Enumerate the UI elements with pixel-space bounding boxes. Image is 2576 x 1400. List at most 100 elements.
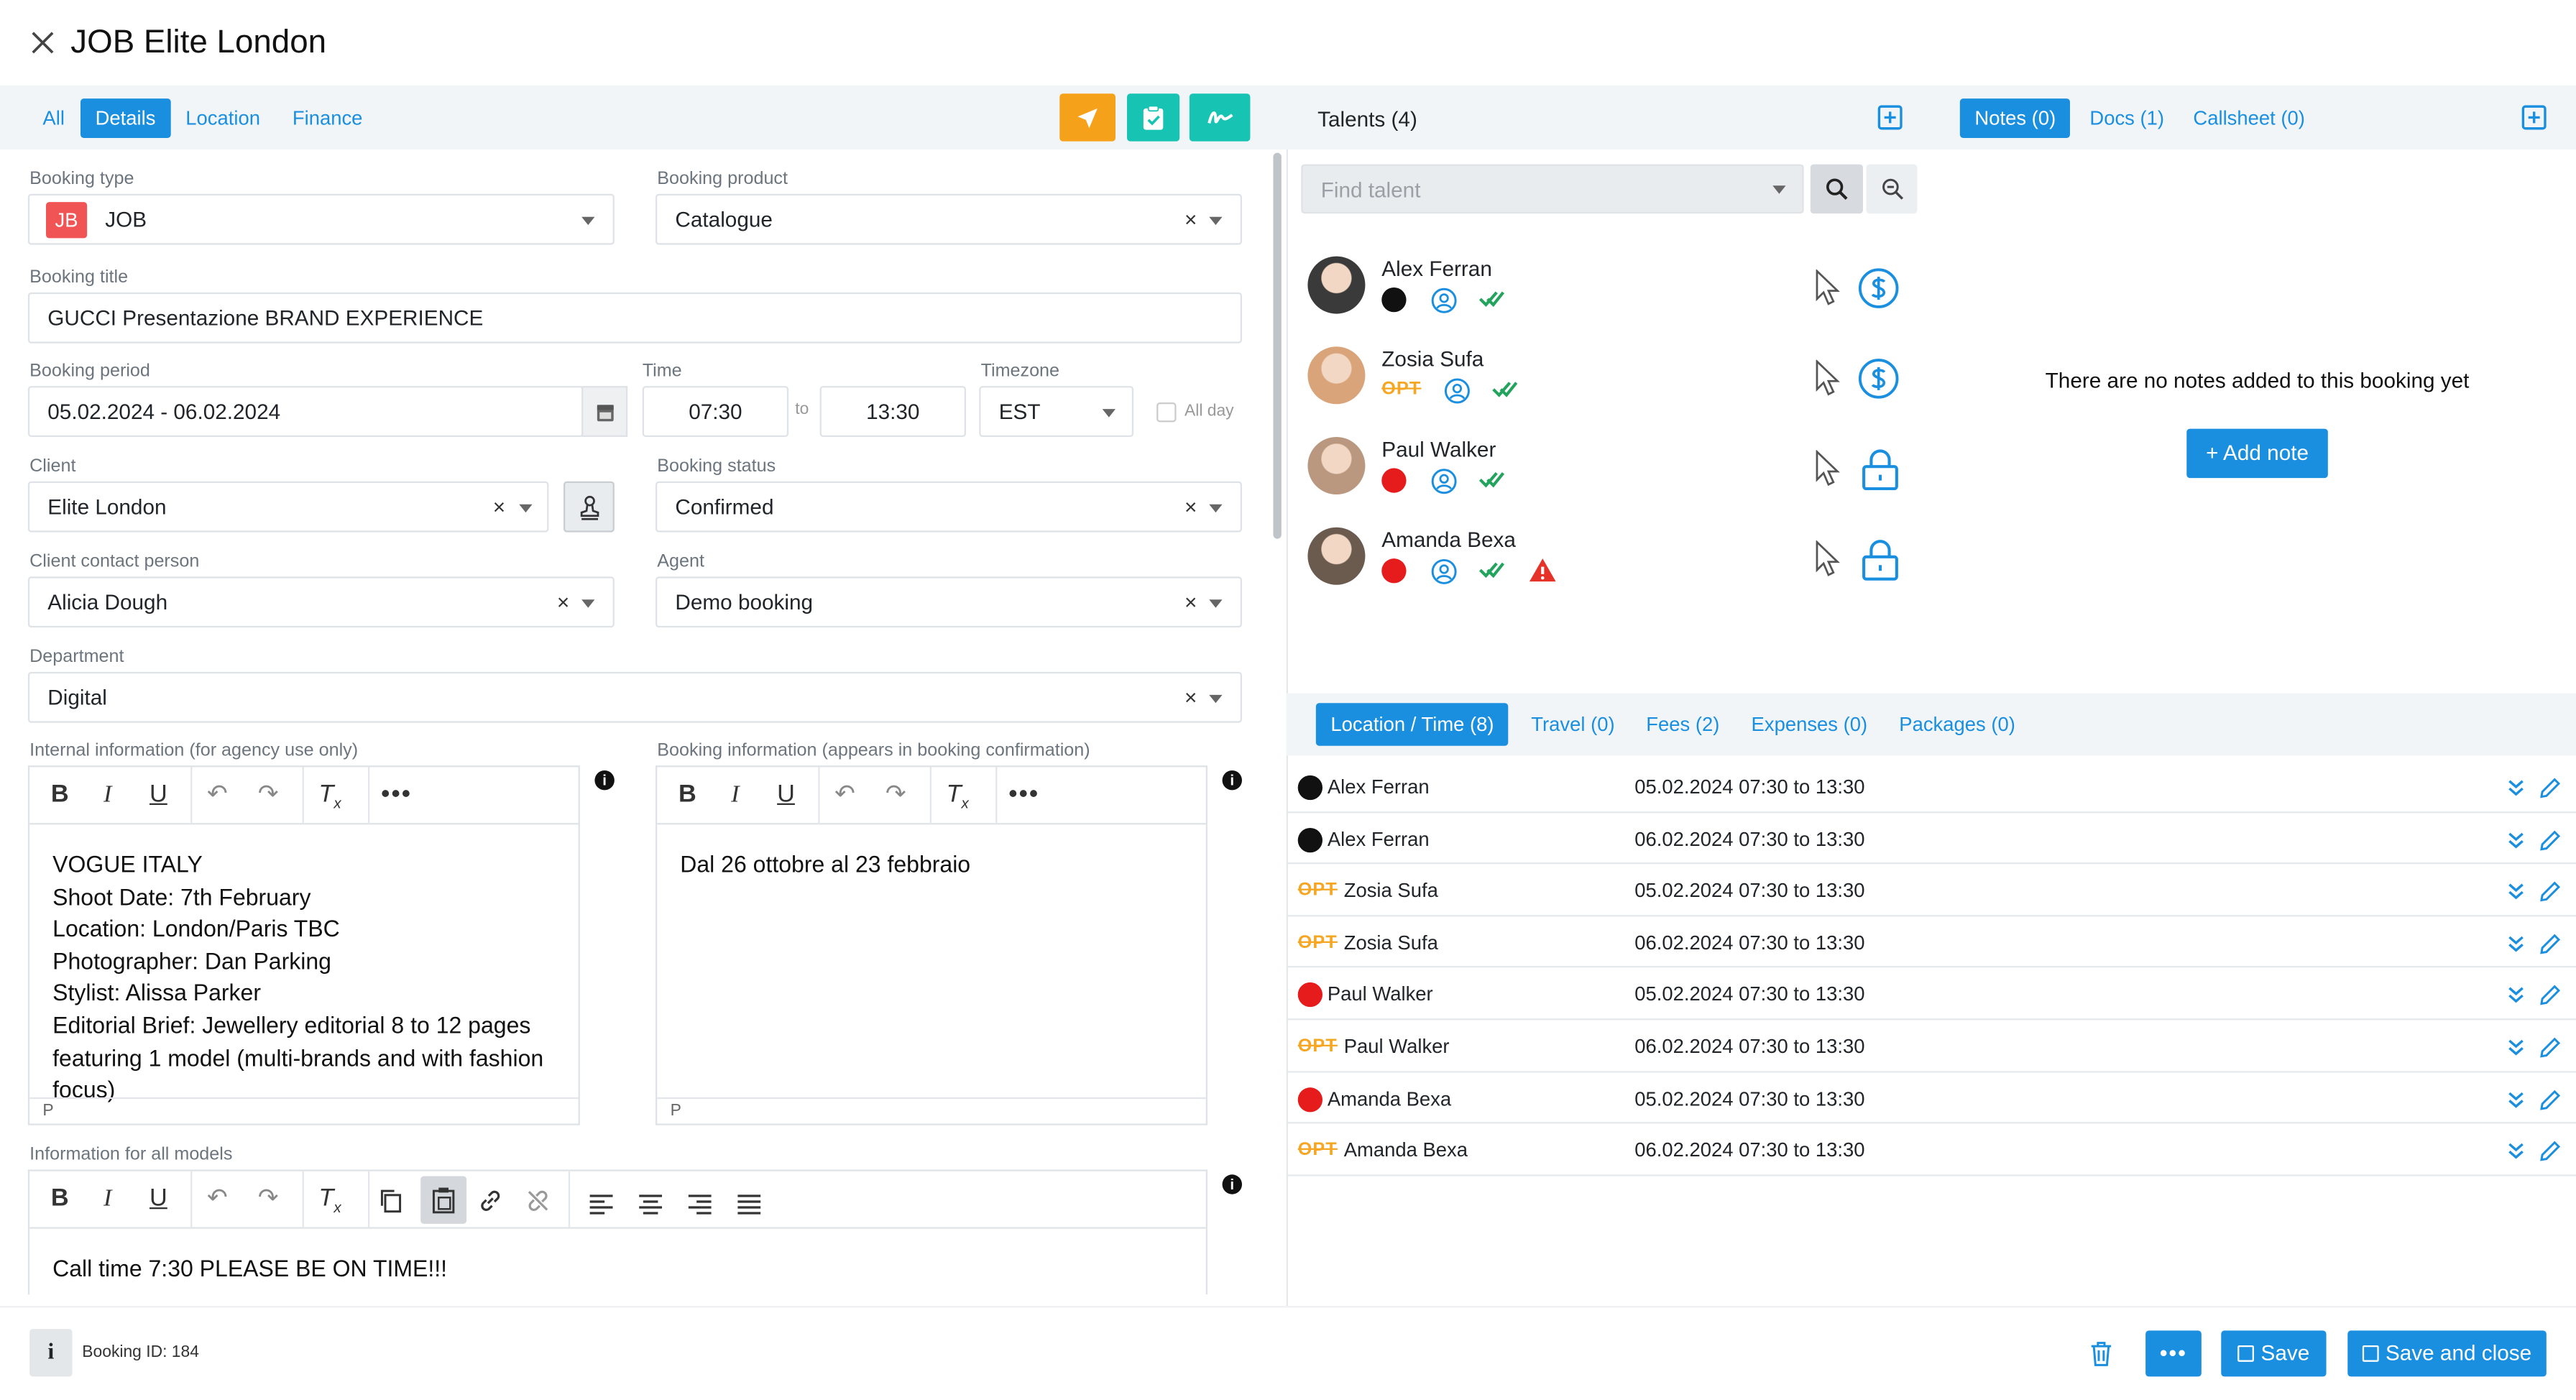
dollar-icon[interactable]: [1858, 268, 1899, 309]
add-talent-icon[interactable]: [1877, 105, 1903, 130]
underline-icon[interactable]: U: [777, 780, 795, 810]
info-icon[interactable]: i: [1222, 770, 1242, 791]
booking-status-select[interactable]: Confirmed ×: [655, 481, 1242, 533]
link-icon[interactable]: [477, 1186, 505, 1215]
dollar-icon[interactable]: [1858, 358, 1899, 399]
redo-icon[interactable]: ↷: [258, 780, 279, 810]
schedule-row[interactable]: Paul Walker 05.02.2024 07:30 to 13:30: [1286, 968, 2576, 1021]
clear-icon[interactable]: ×: [493, 483, 505, 530]
italic-icon[interactable]: I: [104, 780, 111, 810]
lock-icon[interactable]: [1862, 448, 1900, 491]
search-button[interactable]: [1810, 164, 1863, 214]
clipboard-button[interactable]: [1126, 93, 1180, 142]
save-and-close-button[interactable]: Save and close: [2347, 1330, 2547, 1377]
underline-icon[interactable]: U: [150, 780, 167, 810]
zoom-out-button[interactable]: [1866, 164, 1918, 214]
user-circle-icon[interactable]: [1431, 287, 1458, 314]
copy-icon[interactable]: [378, 1186, 405, 1215]
clear-format-icon[interactable]: Tx: [318, 780, 341, 811]
pencil-icon[interactable]: [2540, 933, 2562, 954]
schedule-row[interactable]: Alex Ferran 06.02.2024 07:30 to 13:30: [1286, 812, 2576, 865]
cursor-icon[interactable]: [1813, 450, 1841, 487]
save-button[interactable]: Save: [2221, 1330, 2327, 1377]
tab-docs[interactable]: Docs (1): [2080, 98, 2174, 138]
user-circle-icon[interactable]: [1431, 468, 1458, 494]
bold-icon[interactable]: B: [678, 780, 696, 810]
pencil-icon[interactable]: [2540, 1141, 2562, 1162]
tab-expenses[interactable]: Expenses (0): [1742, 703, 1877, 745]
align-left-icon[interactable]: [589, 1189, 613, 1219]
clear-format-icon[interactable]: Tx: [947, 780, 969, 811]
send-button[interactable]: [1059, 93, 1116, 142]
tab-fees[interactable]: Fees (2): [1637, 703, 1730, 745]
tab-packages[interactable]: Packages (0): [1890, 703, 2025, 745]
double-chevron-down-icon[interactable]: [2507, 883, 2525, 901]
tab-travel[interactable]: Travel (0): [1522, 703, 1625, 745]
talent-row[interactable]: Alex Ferran: [1307, 253, 1932, 318]
redo-icon[interactable]: ↷: [258, 1184, 279, 1214]
align-right-icon[interactable]: [688, 1189, 712, 1219]
time-from-input[interactable]: 07:30: [642, 386, 789, 437]
more-icon[interactable]: •••: [1008, 780, 1039, 810]
redo-icon[interactable]: ↷: [886, 780, 906, 810]
trash-icon[interactable]: [2089, 1340, 2112, 1367]
unlink-icon[interactable]: [524, 1186, 552, 1215]
pencil-icon[interactable]: [2540, 985, 2562, 1006]
info-icon[interactable]: i: [1222, 1174, 1242, 1194]
schedule-row[interactable]: OPT Zosia Sufa 05.02.2024 07:30 to 13:30: [1286, 865, 2576, 916]
internal-info-text[interactable]: VOGUE ITALY Shoot Date: 7th February Loc…: [52, 849, 562, 1107]
clear-icon[interactable]: ×: [1184, 579, 1197, 626]
double-chevron-down-icon[interactable]: [2507, 831, 2525, 849]
schedule-row[interactable]: Amanda Bexa 05.02.2024 07:30 to 13:30: [1286, 1072, 2576, 1124]
undo-icon[interactable]: ↶: [207, 780, 228, 810]
undo-icon[interactable]: ↶: [207, 1184, 228, 1214]
user-circle-icon[interactable]: [1444, 378, 1471, 405]
models-info-editor[interactable]: B I U ↶ ↷ Tx Call time 7:30 PLEASE BE ON…: [27, 1169, 1208, 1295]
timezone-select[interactable]: EST: [979, 386, 1134, 437]
time-to-input[interactable]: 13:30: [819, 386, 966, 437]
tab-callsheet[interactable]: Callsheet (0): [2184, 98, 2315, 138]
add-note-button[interactable]: + Add note: [2186, 428, 2328, 479]
booking-title-input[interactable]: GUCCI Presentazione BRAND EXPERIENCE: [27, 292, 1242, 344]
align-center-icon[interactable]: [639, 1189, 663, 1219]
schedule-row[interactable]: OPT Paul Walker 06.02.2024 07:30 to 13:30: [1286, 1020, 2576, 1072]
align-justify-icon[interactable]: [737, 1189, 761, 1219]
double-chevron-down-icon[interactable]: [2507, 986, 2525, 1004]
booking-type-select[interactable]: JB JOB: [27, 193, 615, 245]
agent-select[interactable]: Demo booking ×: [655, 576, 1242, 628]
double-chevron-down-icon[interactable]: [2507, 1090, 2525, 1108]
clear-icon[interactable]: ×: [557, 579, 569, 626]
user-circle-icon[interactable]: [1431, 558, 1458, 585]
tab-location[interactable]: Location: [176, 98, 270, 138]
tab-notes[interactable]: Notes (0): [1959, 98, 2071, 138]
client-contact-button[interactable]: [563, 481, 615, 533]
clear-icon[interactable]: ×: [1184, 195, 1197, 243]
internal-info-editor[interactable]: B I U ↶ ↷ Tx ••• VOGUE ITALY Shoot Date:…: [27, 765, 580, 1125]
double-chevron-down-icon[interactable]: [2507, 1142, 2525, 1160]
clear-format-icon[interactable]: Tx: [318, 1184, 341, 1215]
lock-icon[interactable]: [1862, 539, 1900, 581]
tab-location-time[interactable]: Location / Time (8): [1315, 703, 1509, 746]
tab-all[interactable]: All: [33, 98, 75, 138]
signature-button[interactable]: [1189, 93, 1251, 142]
client-select[interactable]: Elite London ×: [27, 481, 549, 533]
talent-row[interactable]: Amanda Bexa: [1307, 524, 1932, 589]
pencil-icon[interactable]: [2540, 829, 2562, 850]
pencil-icon[interactable]: [2540, 1088, 2562, 1110]
bold-icon[interactable]: B: [51, 780, 69, 810]
add-note-icon[interactable]: [2521, 105, 2547, 130]
more-button[interactable]: •••: [2145, 1330, 2202, 1377]
clear-icon[interactable]: ×: [1184, 673, 1197, 721]
schedule-row[interactable]: Alex Ferran 05.02.2024 07:30 to 13:30: [1286, 760, 2576, 813]
more-icon[interactable]: •••: [381, 780, 412, 810]
close-icon[interactable]: [29, 29, 56, 56]
underline-icon[interactable]: U: [150, 1184, 167, 1214]
talent-row[interactable]: Paul Walker: [1307, 433, 1932, 499]
cursor-icon[interactable]: [1813, 269, 1841, 305]
models-info-text[interactable]: Call time 7:30 PLEASE BE ON TIME!!!: [52, 1253, 447, 1286]
calendar-button[interactable]: [581, 386, 628, 437]
italic-icon[interactable]: I: [104, 1184, 111, 1214]
bold-icon[interactable]: B: [51, 1184, 69, 1214]
cursor-icon[interactable]: [1813, 359, 1841, 396]
all-day-checkbox[interactable]: [1156, 402, 1177, 423]
